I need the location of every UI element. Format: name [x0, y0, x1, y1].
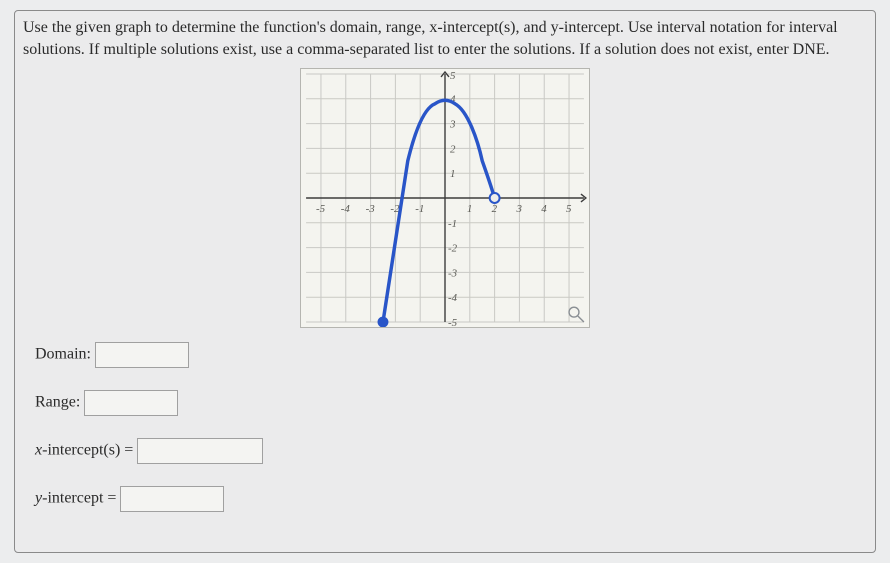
svg-text:3: 3 — [449, 119, 456, 131]
magnifier-icon[interactable] — [569, 307, 584, 322]
xintercept-input[interactable] — [137, 438, 263, 464]
endpoint-closed — [378, 317, 388, 327]
svg-text:5: 5 — [566, 203, 572, 215]
range-label: Range: — [35, 394, 80, 411]
svg-text:2: 2 — [450, 144, 456, 156]
yintercept-label: -intercept = — [42, 490, 116, 507]
domain-input[interactable] — [95, 342, 189, 368]
svg-text:-3: -3 — [366, 203, 376, 215]
question-container: Use the given graph to determine the fun… — [14, 10, 876, 553]
function-graph: -5 -4 -3 -2 -1 1 2 3 4 5 5 4 3 2 — [300, 68, 590, 328]
svg-text:-4: -4 — [448, 292, 458, 304]
svg-text:-4: -4 — [341, 203, 351, 215]
range-row: Range: — [35, 390, 867, 416]
svg-text:5: 5 — [450, 70, 456, 82]
answer-fields: Domain: Range: x-intercept(s) = y-interc… — [23, 342, 867, 512]
svg-text:2: 2 — [492, 203, 498, 215]
range-input[interactable] — [84, 390, 178, 416]
svg-text:-5: -5 — [448, 317, 458, 327]
svg-text:3: 3 — [515, 203, 522, 215]
x-tick-labels: -5 -4 -3 -2 -1 1 2 3 4 5 — [316, 203, 572, 215]
endpoint-open — [490, 193, 500, 203]
domain-row: Domain: — [35, 342, 867, 368]
svg-text:-2: -2 — [448, 243, 458, 255]
yintercept-row: y-intercept = — [35, 486, 867, 512]
graph-wrapper: -5 -4 -3 -2 -1 1 2 3 4 5 5 4 3 2 — [23, 68, 867, 328]
svg-text:-5: -5 — [316, 203, 326, 215]
domain-label: Domain: — [35, 346, 91, 363]
svg-text:-3: -3 — [448, 268, 458, 280]
xintercept-label: -intercept(s) = — [42, 442, 133, 459]
svg-text:4: 4 — [541, 203, 547, 215]
svg-text:-1: -1 — [415, 203, 424, 215]
svg-text:-1: -1 — [448, 218, 457, 230]
graph-svg: -5 -4 -3 -2 -1 1 2 3 4 5 5 4 3 2 — [301, 69, 589, 327]
svg-text:1: 1 — [450, 168, 455, 180]
yintercept-input[interactable] — [120, 486, 224, 512]
function-curve — [383, 100, 495, 322]
svg-text:1: 1 — [467, 203, 472, 215]
question-instructions: Use the given graph to determine the fun… — [23, 17, 867, 60]
xintercept-row: x-intercept(s) = — [35, 438, 867, 464]
